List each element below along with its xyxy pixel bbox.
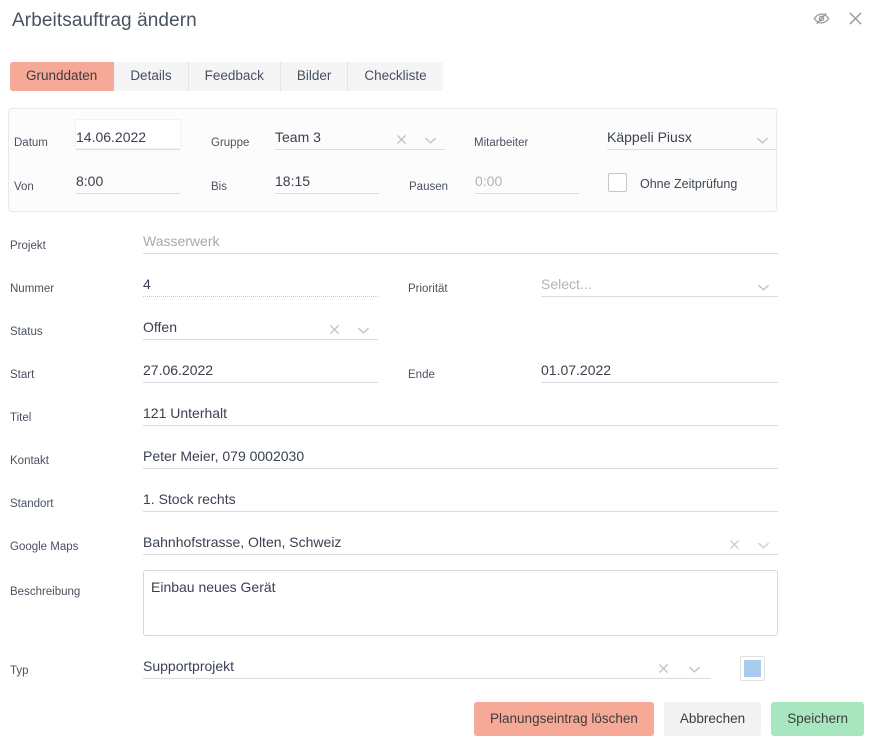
ende-date-input[interactable]: 01.07.2022 [541, 355, 778, 383]
titel-input[interactable]: 121 Unterhalt [143, 398, 778, 426]
datum-value: 14.06.2022 [76, 129, 147, 145]
tab-checkliste[interactable]: Checkliste [348, 62, 443, 91]
start-date-input[interactable]: 27.06.2022 [143, 355, 378, 383]
label-von: Von [14, 181, 34, 193]
standort-value: 1. Stock rechts [143, 491, 236, 507]
close-icon[interactable] [845, 8, 865, 28]
label-standort: Standort [10, 498, 54, 510]
start-value: 27.06.2022 [143, 362, 214, 378]
standort-input[interactable]: 1. Stock rechts [143, 484, 778, 512]
delete-planning-entry-button[interactable]: Planungseintrag löschen [474, 702, 654, 736]
page-title: Arbeitsauftrag ändern [12, 10, 197, 31]
eye-slash-icon[interactable] [811, 8, 831, 28]
gruppe-value: Team 3 [275, 129, 321, 145]
prioritaet-placeholder: Select... [541, 276, 592, 292]
pausen-placeholder: 0:00 [475, 173, 503, 189]
ende-value: 01.07.2022 [541, 362, 612, 378]
google-maps-chevron-down-icon[interactable] [757, 541, 770, 550]
bis-input[interactable]: 18:15 [275, 166, 379, 194]
mitarbeiter-value: Käppeli Piusx [607, 129, 692, 145]
mitarbeiter-chevron-down-icon[interactable] [756, 136, 769, 145]
label-nummer: Nummer [10, 283, 55, 295]
label-gruppe: Gruppe [211, 137, 250, 149]
ohne-zeitpruefung-checkbox[interactable] [608, 173, 627, 192]
nummer-value: 4 [143, 276, 151, 292]
tab-feedback[interactable]: Feedback [188, 62, 281, 91]
label-bis: Bis [211, 181, 227, 193]
typ-color-swatch-button[interactable] [740, 656, 765, 681]
gruppe-select[interactable]: Team 3 [275, 122, 445, 150]
von-value: 8:00 [76, 173, 104, 189]
typ-value: Supportprojekt [143, 658, 235, 674]
label-typ: Typ [10, 665, 29, 677]
dialog-footer: Planungseintrag löschen Abbrechen Speich… [0, 702, 875, 736]
beschreibung-value: Einbau neues Gerät [151, 579, 276, 595]
projekt-value: Wasserwerk [143, 233, 220, 249]
cancel-button[interactable]: Abbrechen [663, 702, 762, 736]
von-input[interactable]: 8:00 [76, 166, 180, 194]
header-icon-group [811, 8, 865, 28]
label-google-maps: Google Maps [10, 541, 79, 553]
pausen-input[interactable]: 0:00 [475, 166, 579, 194]
label-prioritaet: Priorität [408, 283, 448, 295]
google-maps-value: Bahnhofstrasse, Olten, Schweiz [143, 534, 342, 550]
label-status: Status [10, 326, 43, 338]
google-maps-select[interactable]: Bahnhofstrasse, Olten, Schweiz [143, 527, 778, 555]
label-kontakt: Kontakt [10, 455, 49, 467]
gruppe-clear-icon[interactable] [396, 134, 407, 145]
status-clear-icon[interactable] [329, 324, 340, 335]
google-maps-clear-icon[interactable] [729, 539, 740, 550]
bis-value: 18:15 [275, 173, 311, 189]
label-mitarbeiter: Mitarbeiter [474, 137, 529, 149]
status-chevron-down-icon[interactable] [357, 326, 370, 335]
label-titel: Titel [10, 412, 32, 424]
prioritaet-select[interactable]: Select... [541, 269, 778, 297]
status-select[interactable]: Offen [143, 312, 378, 340]
beschreibung-textarea[interactable]: Einbau neues Gerät [143, 570, 778, 636]
prioritaet-chevron-down-icon[interactable] [757, 283, 770, 292]
save-button[interactable]: Speichern [771, 702, 864, 736]
label-projekt: Projekt [10, 240, 46, 252]
projekt-field[interactable]: Wasserwerk [143, 226, 778, 254]
titel-value: 121 Unterhalt [143, 405, 228, 421]
label-start: Start [10, 369, 35, 381]
mitarbeiter-select[interactable]: Käppeli Piusx [607, 122, 777, 150]
tab-details[interactable]: Details [114, 62, 189, 91]
tab-grunddaten[interactable]: Grunddaten [10, 62, 115, 91]
ohne-zeitpruefung-label[interactable]: Ohne Zeitprüfung [640, 177, 737, 191]
kontakt-value: Peter Meier, 079 0002030 [143, 448, 305, 464]
tab-bar: Grunddaten Details Feedback Bilder Check… [10, 62, 443, 91]
label-beschreibung: Beschreibung [10, 586, 81, 598]
label-datum: Datum [14, 137, 48, 149]
tab-bilder[interactable]: Bilder [280, 62, 349, 91]
status-value: Offen [143, 319, 177, 335]
typ-clear-icon[interactable] [658, 663, 669, 674]
label-ende: Ende [408, 369, 435, 381]
nummer-field: 4 [143, 269, 378, 297]
typ-chevron-down-icon[interactable] [688, 665, 701, 674]
typ-color-swatch [744, 660, 761, 677]
datum-input[interactable]: 14.06.2022 [76, 122, 180, 150]
label-pausen: Pausen [409, 181, 449, 193]
gruppe-chevron-down-icon[interactable] [424, 136, 437, 145]
kontakt-input[interactable]: Peter Meier, 079 0002030 [143, 441, 778, 469]
dialog-header: Arbeitsauftrag ändern [0, 0, 875, 46]
typ-select[interactable]: Supportprojekt [143, 651, 711, 679]
